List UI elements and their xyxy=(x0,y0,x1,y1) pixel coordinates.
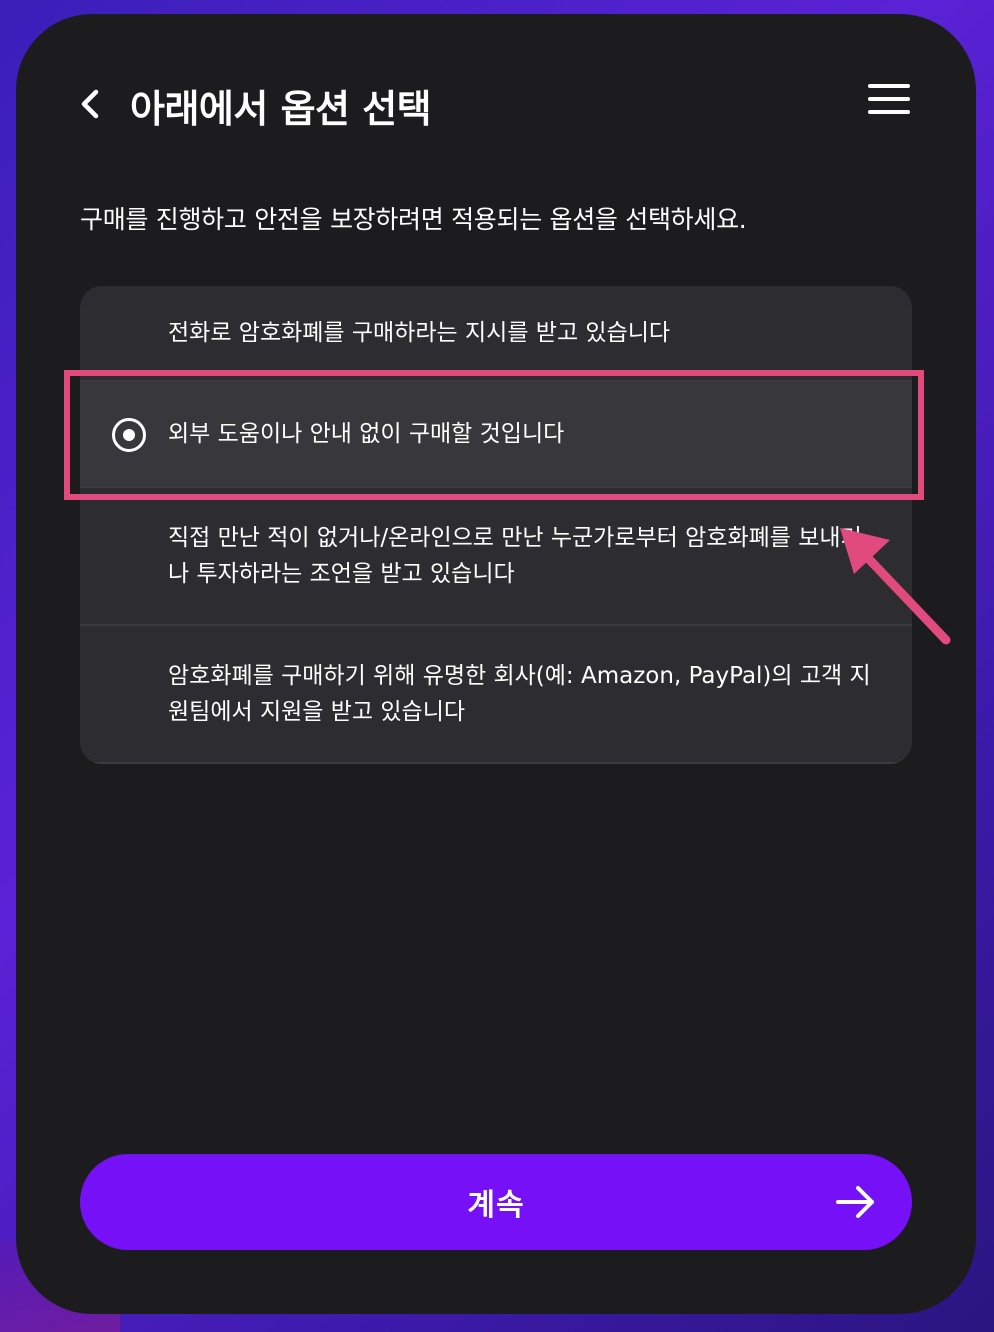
chevron-left-icon xyxy=(81,89,99,119)
instruction-text: 구매를 진행하고 안전을 보장하려면 적용되는 옵션을 선택하세요. xyxy=(80,205,747,234)
page-title: 아래에서 옵션 선택 xyxy=(130,87,432,131)
app-window: 아래에서 옵션 선택 구매를 진행하고 안전을 보장하려면 적용되는 옵션을 선… xyxy=(16,14,976,1314)
option-online-stranger-advice[interactable]: 직접 만난 적이 없거나/온라인으로 만난 누군가로부터 암호화폐를 보내거나 … xyxy=(80,488,912,626)
option-label: 직접 만난 적이 없거나/온라인으로 만난 누군가로부터 암호화폐를 보내거나 … xyxy=(168,525,862,587)
hamburger-menu-icon xyxy=(868,84,910,88)
continue-label: 계속 xyxy=(467,1188,525,1223)
radio-selected-icon[interactable] xyxy=(112,418,146,452)
option-label: 전화로 암호화폐를 구매하라는 지시를 받고 있습니다 xyxy=(168,320,671,346)
option-phone-instruction[interactable]: 전화로 암호화폐를 구매하라는 지시를 받고 있습니다 xyxy=(80,286,912,382)
back-button[interactable] xyxy=(74,84,110,124)
continue-button[interactable]: 계속 xyxy=(80,1154,912,1250)
option-company-support[interactable]: 암호화폐를 구매하기 위해 유명한 회사(예: Amazon, PayPal)의… xyxy=(80,626,912,764)
option-no-outside-help[interactable]: 외부 도움이나 안내 없이 구매할 것입니다 xyxy=(80,382,912,488)
arrow-right-icon xyxy=(836,1186,874,1218)
menu-button[interactable] xyxy=(868,84,910,120)
option-label: 암호화폐를 구매하기 위해 유명한 회사(예: Amazon, PayPal)의… xyxy=(168,663,871,725)
header: 아래에서 옵션 선택 xyxy=(16,74,976,144)
option-label: 외부 도움이나 안내 없이 구매할 것입니다 xyxy=(168,421,565,447)
options-list: 전화로 암호화폐를 구매하라는 지시를 받고 있습니다 외부 도움이나 안내 없… xyxy=(80,286,912,764)
